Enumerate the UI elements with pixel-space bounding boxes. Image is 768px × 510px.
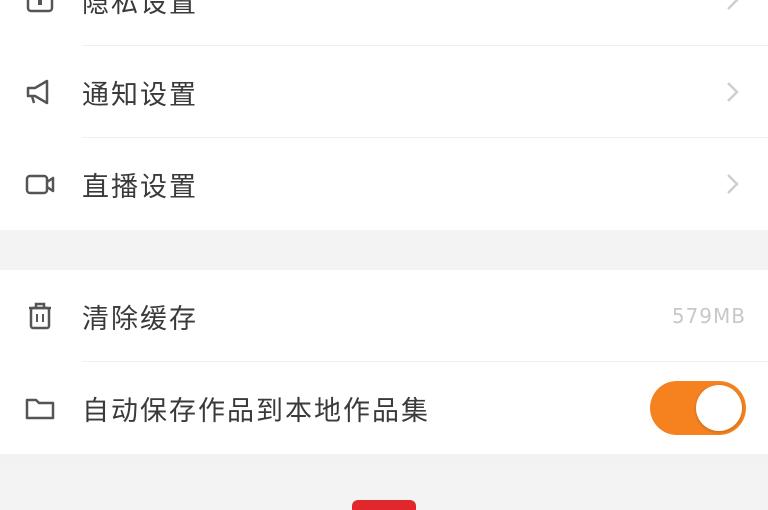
- settings-group-storage: 清除缓存 579MB 自动保存作品到本地作品集: [0, 270, 768, 454]
- auto-save-toggle[interactable]: [650, 381, 746, 435]
- bottom-accent-mark: [352, 500, 416, 510]
- cache-size-value: 579MB: [671, 304, 746, 328]
- auto-save-label: 自动保存作品到本地作品集: [82, 395, 430, 427]
- chevron-right-icon: [718, 78, 746, 106]
- megaphone-icon: [22, 74, 58, 110]
- clear-cache-label: 清除缓存: [82, 303, 198, 335]
- notification-settings-row[interactable]: 通知设置: [0, 46, 768, 138]
- settings-group-general: 隐私设置 通知设置 直播设置: [0, 0, 768, 230]
- privacy-settings-row[interactable]: 隐私设置: [0, 0, 768, 46]
- video-camera-icon: [22, 166, 58, 202]
- chevron-right-icon: [718, 0, 746, 14]
- chevron-right-icon: [718, 170, 746, 198]
- lock-icon: [22, 0, 58, 18]
- auto-save-row: 自动保存作品到本地作品集: [0, 362, 768, 454]
- privacy-settings-label: 隐私设置: [82, 0, 198, 19]
- live-settings-row[interactable]: 直播设置: [0, 138, 768, 230]
- folder-icon: [22, 390, 58, 426]
- toggle-knob: [696, 385, 742, 431]
- trash-icon: [22, 298, 58, 334]
- clear-cache-row[interactable]: 清除缓存 579MB: [0, 270, 768, 362]
- section-gap: [0, 230, 768, 270]
- live-settings-label: 直播设置: [82, 171, 198, 203]
- notification-settings-label: 通知设置: [82, 79, 198, 111]
